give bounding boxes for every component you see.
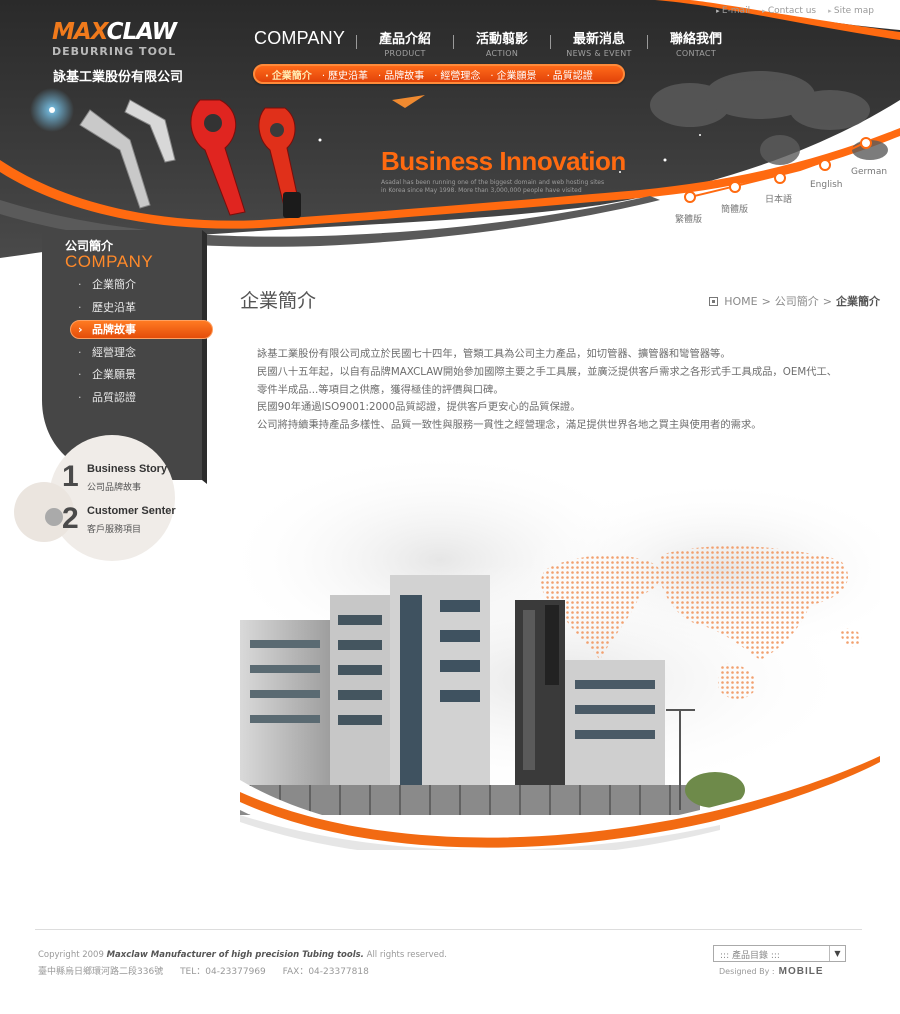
breadcrumb-section[interactable]: 公司簡介	[775, 293, 819, 309]
intro-paragraph: 零件半成品...等項目之供應，獲得極佳的評價與口碑。	[257, 383, 504, 396]
sidebar-item-history[interactable]: 歷史沿革	[70, 297, 136, 320]
address-line: 臺中縣烏日鄉環河路二段336號 TEL：04-23377969 FAX：04-2…	[38, 964, 369, 977]
sidebar-item-brand-story[interactable]: 品牌故事	[70, 319, 136, 342]
home-icon	[709, 296, 719, 306]
breadcrumb-current: 企業簡介	[836, 295, 880, 308]
story-circles	[14, 435, 175, 561]
sidebar-item-intro[interactable]: 企業簡介	[70, 274, 136, 297]
breadcrumb-separator: >	[822, 294, 832, 308]
fax: FAX：04-23377818	[282, 967, 369, 977]
story-title: Business Story	[87, 463, 168, 475]
subnav-item[interactable]: 品質認證	[547, 67, 593, 82]
lang-german[interactable]: German	[851, 167, 887, 177]
subnav-item[interactable]: 企業簡介	[265, 67, 312, 82]
select-value: ::: 產品目錄 :::	[720, 951, 780, 961]
intro-paragraph: 民國90年通過ISO9001:2000品質認證，提供客戶更安心的品質保證。	[257, 401, 581, 414]
email-link[interactable]: E-mail	[716, 6, 750, 16]
chevron-down-icon[interactable]: ▼	[829, 946, 845, 961]
logo-subtitle: DEBURRING TOOL	[52, 45, 177, 58]
sub-navigation: 企業簡介 歷史沿革 品牌故事 經營理念 企業願景 品質認證	[253, 64, 625, 84]
footer-divider	[35, 929, 862, 930]
subnav-item[interactable]: 品牌故事	[378, 67, 424, 82]
subnav-item[interactable]: 經營理念	[434, 67, 480, 82]
nav-contact[interactable]: 聯絡我們 CONTACT	[648, 28, 744, 58]
logo-wordmark: MAXCLAW	[52, 19, 177, 45]
designed-by: Designed By : MOBILE	[719, 966, 824, 977]
designed-by-label: Designed By :	[719, 967, 775, 976]
sidebar-title-en: COMPANY	[65, 252, 154, 271]
logo[interactable]: MAXCLAW DEBURRING TOOL	[52, 19, 177, 58]
header: MAXCLAW DEBURRING TOOL 詠基工業股份有限公司 E-mail…	[0, 0, 900, 265]
intro-paragraph: 民國八十五年起，以自有品牌MAXCLAW開始參加國際主要之手工具展，並廣泛提供客…	[257, 365, 838, 378]
breadcrumb: HOME > 公司簡介 > 企業簡介	[709, 293, 880, 309]
lang-simplified[interactable]: 簡體版	[721, 202, 748, 215]
address: 臺中縣烏日鄉環河路二段336號	[38, 967, 164, 977]
breadcrumb-separator: >	[761, 294, 771, 308]
page-title: 企業簡介	[240, 290, 317, 312]
story-subtitle: 公司品牌故事	[87, 483, 142, 493]
story-title: Customer Senter	[87, 505, 176, 517]
sidebar-item-quality[interactable]: 品質認證	[70, 387, 136, 410]
lang-english[interactable]: English	[810, 180, 843, 190]
lang-japanese[interactable]: 日本語	[765, 192, 792, 205]
lang-traditional[interactable]: 繁體版	[675, 212, 702, 225]
subnav-item[interactable]: 歷史沿革	[322, 67, 368, 82]
sidebar-item-philosophy[interactable]: 經營理念	[70, 342, 136, 365]
copyright-suffix: All rights reserved.	[363, 950, 448, 960]
copyright: Copyright 2009 Maxclaw Manufacturer of h…	[38, 950, 447, 960]
main-navigation: COMPANY 產品介紹 PRODUCT 活動翦影 ACTION 最新消息 NE…	[254, 28, 744, 58]
intro-text: 詠基工業股份有限公司成立於民國七十四年，管類工具為公司主力產品，如切管器、擴管器…	[257, 346, 867, 435]
breadcrumb-home[interactable]: HOME	[724, 295, 757, 308]
utility-links: E-mail Contact us Site map	[716, 6, 874, 16]
story-subtitle: 客戶服務項目	[87, 525, 142, 535]
designer-logo[interactable]: MOBILE	[779, 966, 824, 977]
banner-description: Asadal has been running one of the bigge…	[381, 179, 605, 194]
nav-company[interactable]: COMPANY	[254, 28, 345, 49]
subnav-item[interactable]: 企業願景	[490, 67, 537, 82]
story-number: 2	[62, 502, 79, 535]
copyright-prefix: Copyright 2009	[38, 950, 107, 960]
nav-product[interactable]: 產品介紹 PRODUCT	[357, 28, 453, 58]
factory-illustration	[240, 450, 880, 882]
story-number: 1	[62, 460, 79, 493]
company-name: 詠基工業股份有限公司	[53, 70, 184, 85]
sidebar-menu: 企業簡介 歷史沿革 品牌故事 經營理念 企業願景 品質認證	[70, 274, 136, 410]
nav-news[interactable]: 最新消息 NEWS & EVENT	[551, 28, 647, 58]
nav-action[interactable]: 活動翦影 ACTION	[454, 28, 550, 58]
site-map-link[interactable]: Site map	[828, 6, 874, 16]
sidebar-item-vision[interactable]: 企業願景	[70, 364, 136, 387]
intro-paragraph: 詠基工業股份有限公司成立於民國七十四年，管類工具為公司主力產品，如切管器、擴管器…	[257, 348, 731, 360]
phone: TEL：04-23377969	[180, 967, 266, 977]
banner-title: Business Innovation	[381, 146, 626, 176]
banner-slogan: Business Innovation Asadal has been runn…	[381, 146, 626, 195]
product-catalog-select[interactable]: ::: 產品目錄 ::: ▼	[713, 945, 846, 962]
contact-us-link[interactable]: Contact us	[762, 6, 816, 16]
copyright-company: Maxclaw Manufacturer of high precision T…	[106, 950, 364, 960]
